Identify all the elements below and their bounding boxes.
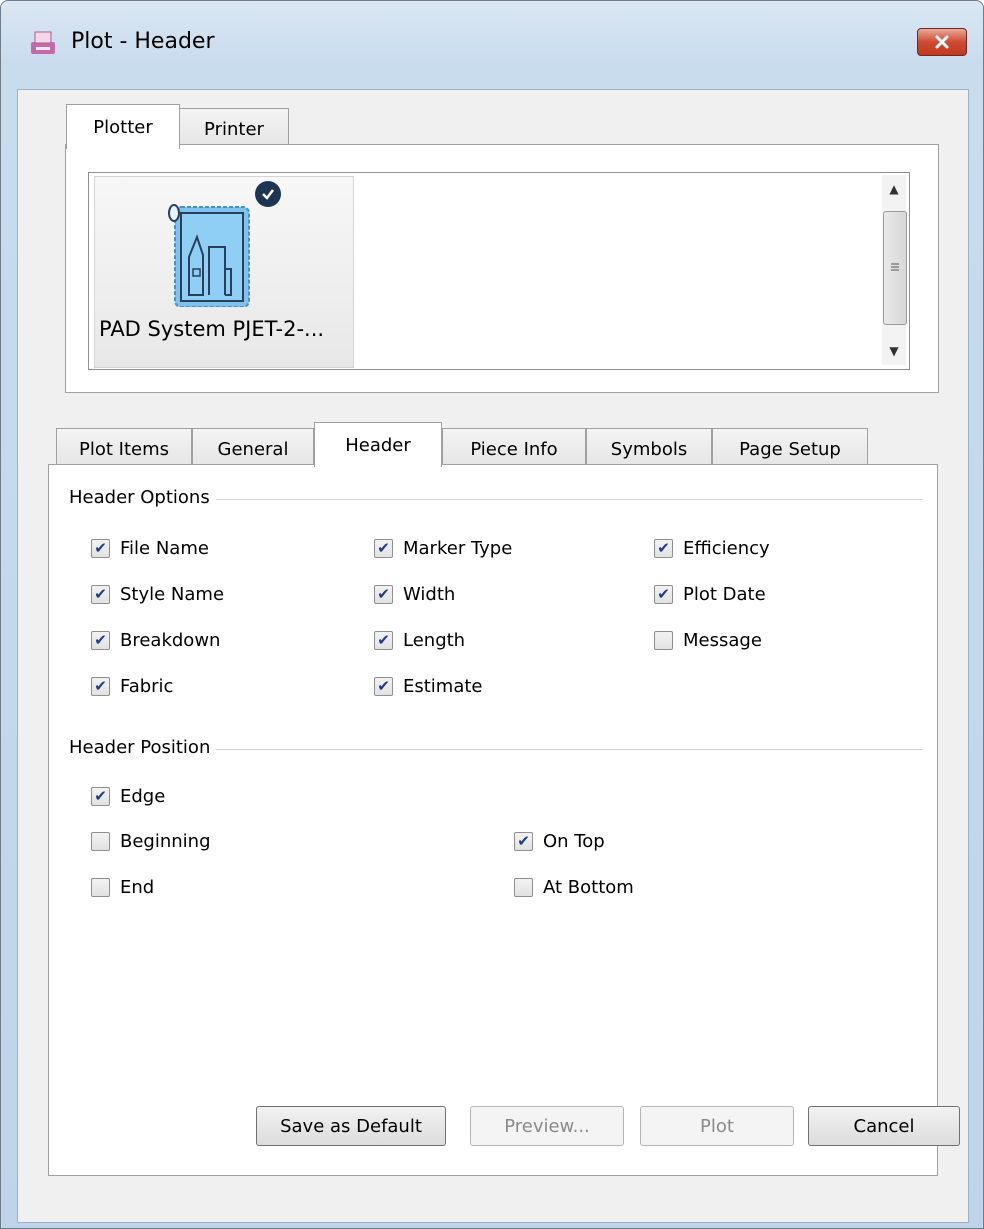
grip-icon bbox=[891, 263, 899, 271]
checkbox-box[interactable]: ✔ bbox=[91, 677, 110, 696]
checkbox-box[interactable]: ✔ bbox=[91, 631, 110, 650]
checkbox-label: Width bbox=[403, 584, 456, 605]
app-icon bbox=[31, 31, 55, 54]
checkbox-message[interactable]: Message bbox=[654, 630, 762, 651]
device-list-scrollbar[interactable]: ▲ ▼ bbox=[882, 175, 907, 365]
checkbox-label: Plot Date bbox=[683, 584, 766, 605]
checkbox-box[interactable]: ✔ bbox=[374, 539, 393, 558]
tab-label: Plotter bbox=[93, 116, 153, 138]
tab-page-setup[interactable]: Page Setup bbox=[712, 428, 868, 469]
tab-printer[interactable]: Printer bbox=[179, 108, 289, 149]
checkbox-box[interactable]: ✔ bbox=[654, 585, 673, 604]
tab-label: Symbols bbox=[610, 438, 688, 460]
device-list: PAD System PJET-2-... ▲ ▼ bbox=[88, 172, 910, 370]
preview-button[interactable]: Preview... bbox=[470, 1106, 624, 1146]
checkbox-box[interactable]: ✔ bbox=[654, 539, 673, 558]
checkbox-plot-date[interactable]: ✔ Plot Date bbox=[654, 584, 766, 605]
tab-label: Plot Items bbox=[79, 438, 169, 460]
checkbox-breakdown[interactable]: ✔ Breakdown bbox=[91, 630, 220, 651]
cancel-button[interactable]: Cancel bbox=[808, 1106, 960, 1146]
checkbox-estimate[interactable]: ✔ Estimate bbox=[374, 676, 483, 697]
checkbox-at-bottom[interactable]: At Bottom bbox=[514, 877, 634, 898]
checkbox-label: Marker Type bbox=[403, 538, 513, 559]
tab-plotter[interactable]: Plotter bbox=[66, 104, 180, 149]
checkbox-label: Message bbox=[683, 630, 762, 651]
checkbox-box[interactable]: ✔ bbox=[91, 539, 110, 558]
checkbox-box[interactable]: ✔ bbox=[91, 787, 110, 806]
checkbox-end[interactable]: End bbox=[91, 877, 154, 898]
close-button[interactable] bbox=[917, 28, 967, 56]
tab-label: Header bbox=[345, 434, 411, 456]
header-panel: Header Options ✔ File Name ✔ Marker Type… bbox=[48, 464, 938, 1176]
checkbox-label: Estimate bbox=[403, 676, 483, 697]
checkbox-box[interactable] bbox=[514, 878, 533, 897]
checkbox-label: At Bottom bbox=[543, 877, 634, 898]
tab-label: Piece Info bbox=[470, 438, 558, 460]
selected-check-icon bbox=[255, 181, 281, 207]
checkbox-label: Efficiency bbox=[683, 538, 770, 559]
dialog-body: Plotter Printer PAD System PJET-2-... ▲ … bbox=[17, 89, 969, 1223]
tab-symbols[interactable]: Symbols bbox=[586, 428, 712, 469]
device-item[interactable]: PAD System PJET-2-... bbox=[94, 176, 354, 368]
checkbox-fabric[interactable]: ✔ Fabric bbox=[91, 676, 173, 697]
checkbox-box[interactable]: ✔ bbox=[374, 631, 393, 650]
title-bar: Plot - Header bbox=[1, 1, 983, 89]
plotter-panel: PAD System PJET-2-... ▲ ▼ bbox=[65, 144, 939, 393]
scroll-down-icon[interactable]: ▼ bbox=[882, 339, 906, 363]
checkbox-label: Breakdown bbox=[120, 630, 221, 651]
checkbox-style-name[interactable]: ✔ Style Name bbox=[91, 584, 224, 605]
checkbox-box[interactable]: ✔ bbox=[374, 677, 393, 696]
plot-button[interactable]: Plot bbox=[640, 1106, 794, 1146]
checkbox-label: Style Name bbox=[120, 584, 225, 605]
checkbox-on-top[interactable]: ✔ On Top bbox=[514, 831, 605, 852]
close-icon bbox=[935, 35, 949, 49]
tab-piece-info[interactable]: Piece Info bbox=[442, 428, 586, 469]
checkbox-label: Fabric bbox=[120, 676, 174, 697]
group-title-header-position: Header Position bbox=[69, 737, 217, 758]
checkbox-edge[interactable]: ✔ Edge bbox=[91, 786, 165, 807]
checkbox-beginning[interactable]: Beginning bbox=[91, 831, 211, 852]
tab-header[interactable]: Header bbox=[314, 422, 442, 467]
tab-label: Page Setup bbox=[739, 438, 841, 460]
checkbox-label: On Top bbox=[543, 831, 605, 852]
checkbox-box[interactable]: ✔ bbox=[514, 832, 533, 851]
checkbox-box[interactable] bbox=[91, 832, 110, 851]
device-label: PAD System PJET-2-... bbox=[99, 317, 325, 341]
checkbox-marker-type[interactable]: ✔ Marker Type bbox=[374, 538, 512, 559]
checkbox-label: Length bbox=[403, 630, 466, 651]
checkbox-label: Edge bbox=[120, 786, 166, 807]
checkbox-box[interactable]: ✔ bbox=[374, 585, 393, 604]
plotter-icon bbox=[168, 204, 250, 307]
scroll-thumb[interactable] bbox=[883, 211, 907, 325]
tab-label: Printer bbox=[204, 118, 264, 140]
tab-general[interactable]: General bbox=[192, 428, 314, 469]
save-as-default-button[interactable]: Save as Default bbox=[256, 1106, 446, 1146]
checkbox-width[interactable]: ✔ Width bbox=[374, 584, 455, 605]
checkbox-file-name[interactable]: ✔ File Name bbox=[91, 538, 209, 559]
checkbox-label: File Name bbox=[120, 538, 209, 559]
window-title: Plot - Header bbox=[71, 29, 215, 54]
checkbox-box[interactable]: ✔ bbox=[91, 585, 110, 604]
scroll-up-icon[interactable]: ▲ bbox=[882, 177, 906, 201]
checkbox-box[interactable] bbox=[654, 631, 673, 650]
checkbox-label: Beginning bbox=[120, 831, 211, 852]
checkbox-label: End bbox=[120, 877, 155, 898]
tab-plot-items[interactable]: Plot Items bbox=[56, 428, 192, 469]
checkbox-box[interactable] bbox=[91, 878, 110, 897]
checkbox-efficiency[interactable]: ✔ Efficiency bbox=[654, 538, 770, 559]
plot-header-dialog: Plot - Header Plotter Printer PAD System… bbox=[0, 0, 984, 1229]
group-title-header-options: Header Options bbox=[69, 487, 216, 508]
checkbox-length[interactable]: ✔ Length bbox=[374, 630, 465, 651]
tab-label: General bbox=[217, 438, 289, 460]
